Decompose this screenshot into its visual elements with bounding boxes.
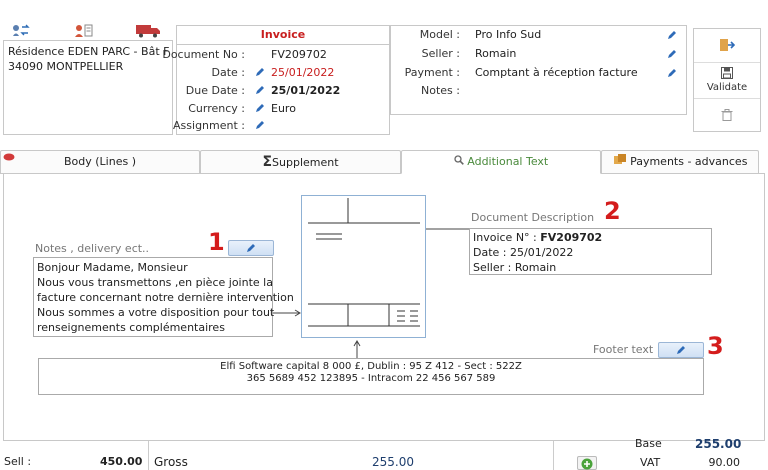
contact-card-icon[interactable] — [74, 24, 94, 41]
document-layout-preview — [301, 195, 426, 338]
seller-label: Seller : — [421, 47, 460, 60]
address-line-1: Résidence EDEN PARC - Bât F — [8, 45, 170, 58]
base-value: 255.00 — [695, 437, 742, 451]
model-label: Model : — [419, 28, 460, 41]
trash-icon — [721, 109, 733, 121]
edit-seller-pencil-icon[interactable] — [667, 49, 677, 59]
footer-line-2: 365 5689 452 123895 - Intracom 22 456 56… — [246, 373, 496, 384]
tab-payments-advances-label: Payments - advances — [630, 155, 748, 168]
pencil-icon — [247, 244, 255, 252]
base-label: Base — [635, 437, 662, 450]
exchange-icon[interactable] — [12, 24, 30, 41]
tab-supplement[interactable]: ΣSupplement — [200, 150, 401, 174]
sell-label: Sell : — [4, 455, 32, 468]
tab-supplement-label: Supplement — [272, 156, 339, 169]
notes-line: Nous sommes a votre disposition pour tou… — [37, 306, 275, 319]
edit-footer-button[interactable] — [658, 342, 704, 358]
tab-payments-advances[interactable]: Payments - advances — [601, 150, 759, 174]
edit-date-pencil-icon[interactable] — [255, 67, 265, 77]
callout-number-3: 3 — [707, 332, 724, 360]
date-label: Date : — [211, 66, 246, 79]
edit-payment-pencil-icon[interactable] — [667, 68, 677, 78]
currency-value[interactable]: Euro — [271, 102, 296, 115]
document-details-panel: Model : Pro Info Sud Seller : Romain Pay… — [390, 25, 687, 115]
gross-label: Gross — [154, 455, 188, 469]
due-date-value[interactable]: 25/01/2022 — [271, 84, 340, 97]
vat-value: 90.00 — [708, 456, 741, 469]
delete-button[interactable] — [694, 99, 760, 132]
notes-field-label: Notes : — [421, 84, 460, 97]
document-description-label: Document Description — [471, 211, 595, 224]
footer-text-label: Footer text — [593, 343, 654, 356]
payment-value[interactable]: Comptant à réception facture — [475, 66, 638, 79]
tab-additional-text[interactable]: Additional Text — [401, 150, 601, 174]
description-invoice-line: Invoice N° : FV209702 — [473, 231, 603, 244]
document-no-label: Document No : — [162, 48, 245, 61]
exit-button[interactable] — [694, 29, 760, 63]
model-value[interactable]: Pro Info Sud — [475, 28, 541, 41]
totals-divider — [553, 441, 554, 470]
invoice-header-panel: Invoice Document No : FV209702 Date : 25… — [162, 25, 390, 135]
vat-label: VAT — [640, 456, 661, 469]
comment-icon — [3, 148, 15, 170]
description-seller-line: Seller : Romain — [473, 261, 557, 274]
notes-text-area[interactable]: Bonjour Madame, Monsieur Nous vous trans… — [33, 257, 294, 337]
description-date-line: Date : 25/01/2022 — [473, 246, 574, 259]
edit-currency-pencil-icon[interactable] — [255, 103, 265, 113]
delivery-truck-icon[interactable] — [136, 24, 162, 41]
tab-strip: Body (Lines ) ΣSupplement Additional Tex… — [0, 150, 768, 174]
customer-address-panel: Résidence EDEN PARC - Bât F 34090 MONTPE… — [3, 40, 173, 135]
save-disk-icon — [721, 67, 733, 79]
footer-text-area[interactable]: Elfi Software capital 8 000 £, Dublin : … — [38, 358, 704, 395]
plus-circle-icon — [581, 458, 593, 470]
callout-number-1: 1 — [208, 228, 225, 256]
due-date-label: Due Date : — [185, 84, 245, 97]
notes-line: Nous vous transmettons ,en pièce jointe … — [37, 276, 273, 289]
date-value[interactable]: 25/01/2022 — [271, 66, 334, 79]
sell-value: 450.00 — [100, 455, 143, 468]
callout-number-2: 2 — [604, 197, 621, 225]
notes-delivery-label: Notes , delivery ect.. — [35, 242, 150, 255]
document-description-box[interactable]: Invoice N° : FV209702 Date : 25/01/2022 … — [469, 228, 712, 275]
seller-value[interactable]: Romain — [475, 47, 516, 60]
footer-arrow-icon — [353, 340, 361, 359]
edit-model-pencil-icon[interactable] — [667, 30, 677, 40]
tab-body-lines[interactable]: Body (Lines ) — [0, 150, 200, 174]
exit-door-icon — [720, 39, 736, 51]
address-line-2: 34090 MONTPELLIER — [8, 60, 124, 73]
notes-arrow-icon — [273, 309, 301, 317]
action-panel: Validate — [693, 28, 761, 132]
edit-due-date-pencil-icon[interactable] — [255, 85, 265, 95]
search-icon — [454, 155, 464, 168]
pencil-icon — [677, 346, 685, 354]
sigma-icon: Σ — [262, 154, 273, 170]
assignment-label: Assignment : — [173, 119, 245, 132]
footer-line-1: Elfi Software capital 8 000 £, Dublin : … — [220, 361, 522, 372]
currency-label: Currency : — [188, 102, 245, 115]
top-toolbar-icons — [8, 24, 168, 40]
notes-line: Bonjour Madame, Monsieur — [37, 261, 188, 274]
add-tax-button[interactable] — [577, 456, 597, 470]
edit-assignment-pencil-icon[interactable] — [255, 120, 265, 130]
payment-label: Payment : — [404, 66, 460, 79]
document-no-value: FV209702 — [271, 48, 327, 61]
notes-line: renseignements complémentaires — [37, 321, 225, 334]
tab-body-lines-label: Body (Lines ) — [64, 155, 136, 168]
notes-line: facture concernant notre dernière interv… — [37, 291, 294, 304]
page-layout-icon — [308, 198, 420, 327]
validate-button[interactable]: Validate — [694, 63, 760, 99]
validate-label: Validate — [706, 82, 748, 93]
coins-icon — [613, 154, 627, 168]
tab-additional-text-label: Additional Text — [467, 155, 549, 168]
gross-value: 255.00 — [372, 455, 414, 469]
edit-notes-button[interactable] — [228, 240, 274, 256]
invoice-title: Invoice — [177, 26, 389, 45]
totals-divider — [148, 441, 149, 470]
